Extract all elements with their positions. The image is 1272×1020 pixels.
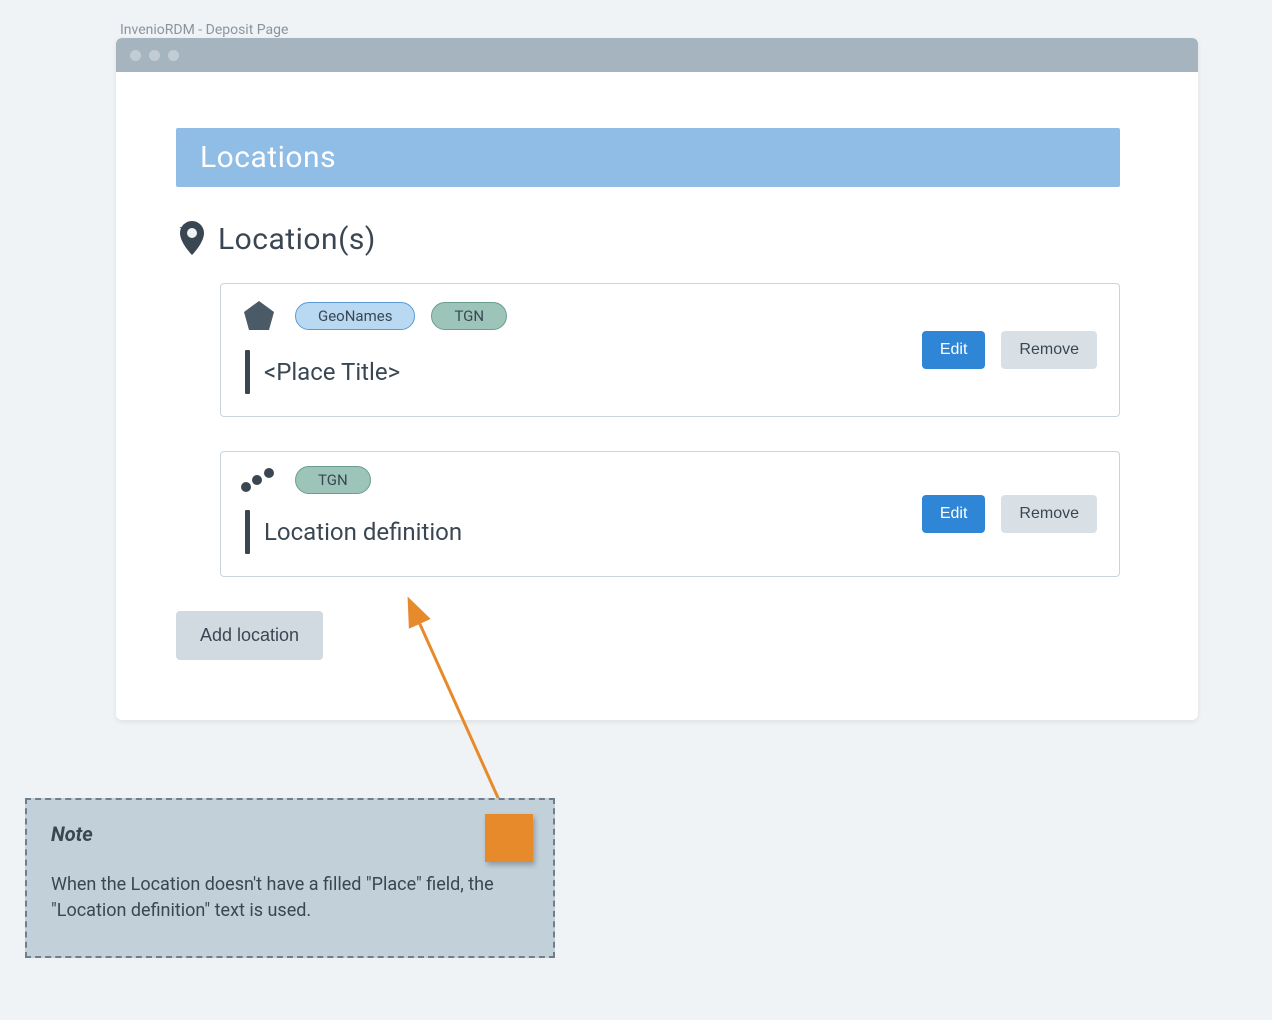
window-titlebar	[116, 38, 1198, 72]
location-pin-icon	[176, 219, 208, 259]
traffic-light-dot	[149, 50, 160, 61]
field-title: Location(s)	[218, 222, 376, 257]
card-title: <Place Title>	[264, 358, 400, 386]
traffic-light-dot	[130, 50, 141, 61]
polygon-icon	[239, 298, 279, 334]
card-title: Location definition	[264, 518, 462, 546]
title-accent-bar	[245, 350, 250, 394]
location-card: TGN Location definition Edit Remove	[220, 451, 1120, 577]
add-button-row: Add location	[176, 611, 1120, 660]
note-body: When the Location doesn't have a filled …	[51, 872, 529, 924]
dots-path-icon	[239, 466, 279, 494]
tag-pill-geonames: GeoNames	[295, 302, 415, 330]
page-body: Locations Location(s) GeoNames	[116, 72, 1198, 720]
add-location-button[interactable]: Add location	[176, 611, 323, 660]
card-actions: Edit Remove	[922, 331, 1097, 369]
card-actions: Edit Remove	[922, 495, 1097, 533]
window-label: InvenioRDM - Deposit Page	[120, 22, 288, 38]
edit-button[interactable]: Edit	[922, 331, 986, 369]
callout-marker	[485, 814, 533, 862]
section-header: Locations	[176, 128, 1120, 187]
note-box: Note When the Location doesn't have a fi…	[25, 798, 555, 958]
card-top-row: GeoNames TGN	[239, 298, 1101, 334]
edit-button[interactable]: Edit	[922, 495, 986, 533]
title-accent-bar	[245, 510, 250, 554]
field-title-row: Location(s)	[176, 219, 1120, 259]
tag-pill-tgn: TGN	[431, 302, 507, 330]
remove-button[interactable]: Remove	[1001, 331, 1097, 369]
traffic-light-dot	[168, 50, 179, 61]
browser-window: Locations Location(s) GeoNames	[116, 38, 1198, 720]
tag-pill-tgn: TGN	[295, 466, 371, 494]
note-heading: Note	[51, 822, 529, 846]
remove-button[interactable]: Remove	[1001, 495, 1097, 533]
location-card: GeoNames TGN <Place Title> Edit Remove	[220, 283, 1120, 417]
card-top-row: TGN	[239, 466, 1101, 494]
